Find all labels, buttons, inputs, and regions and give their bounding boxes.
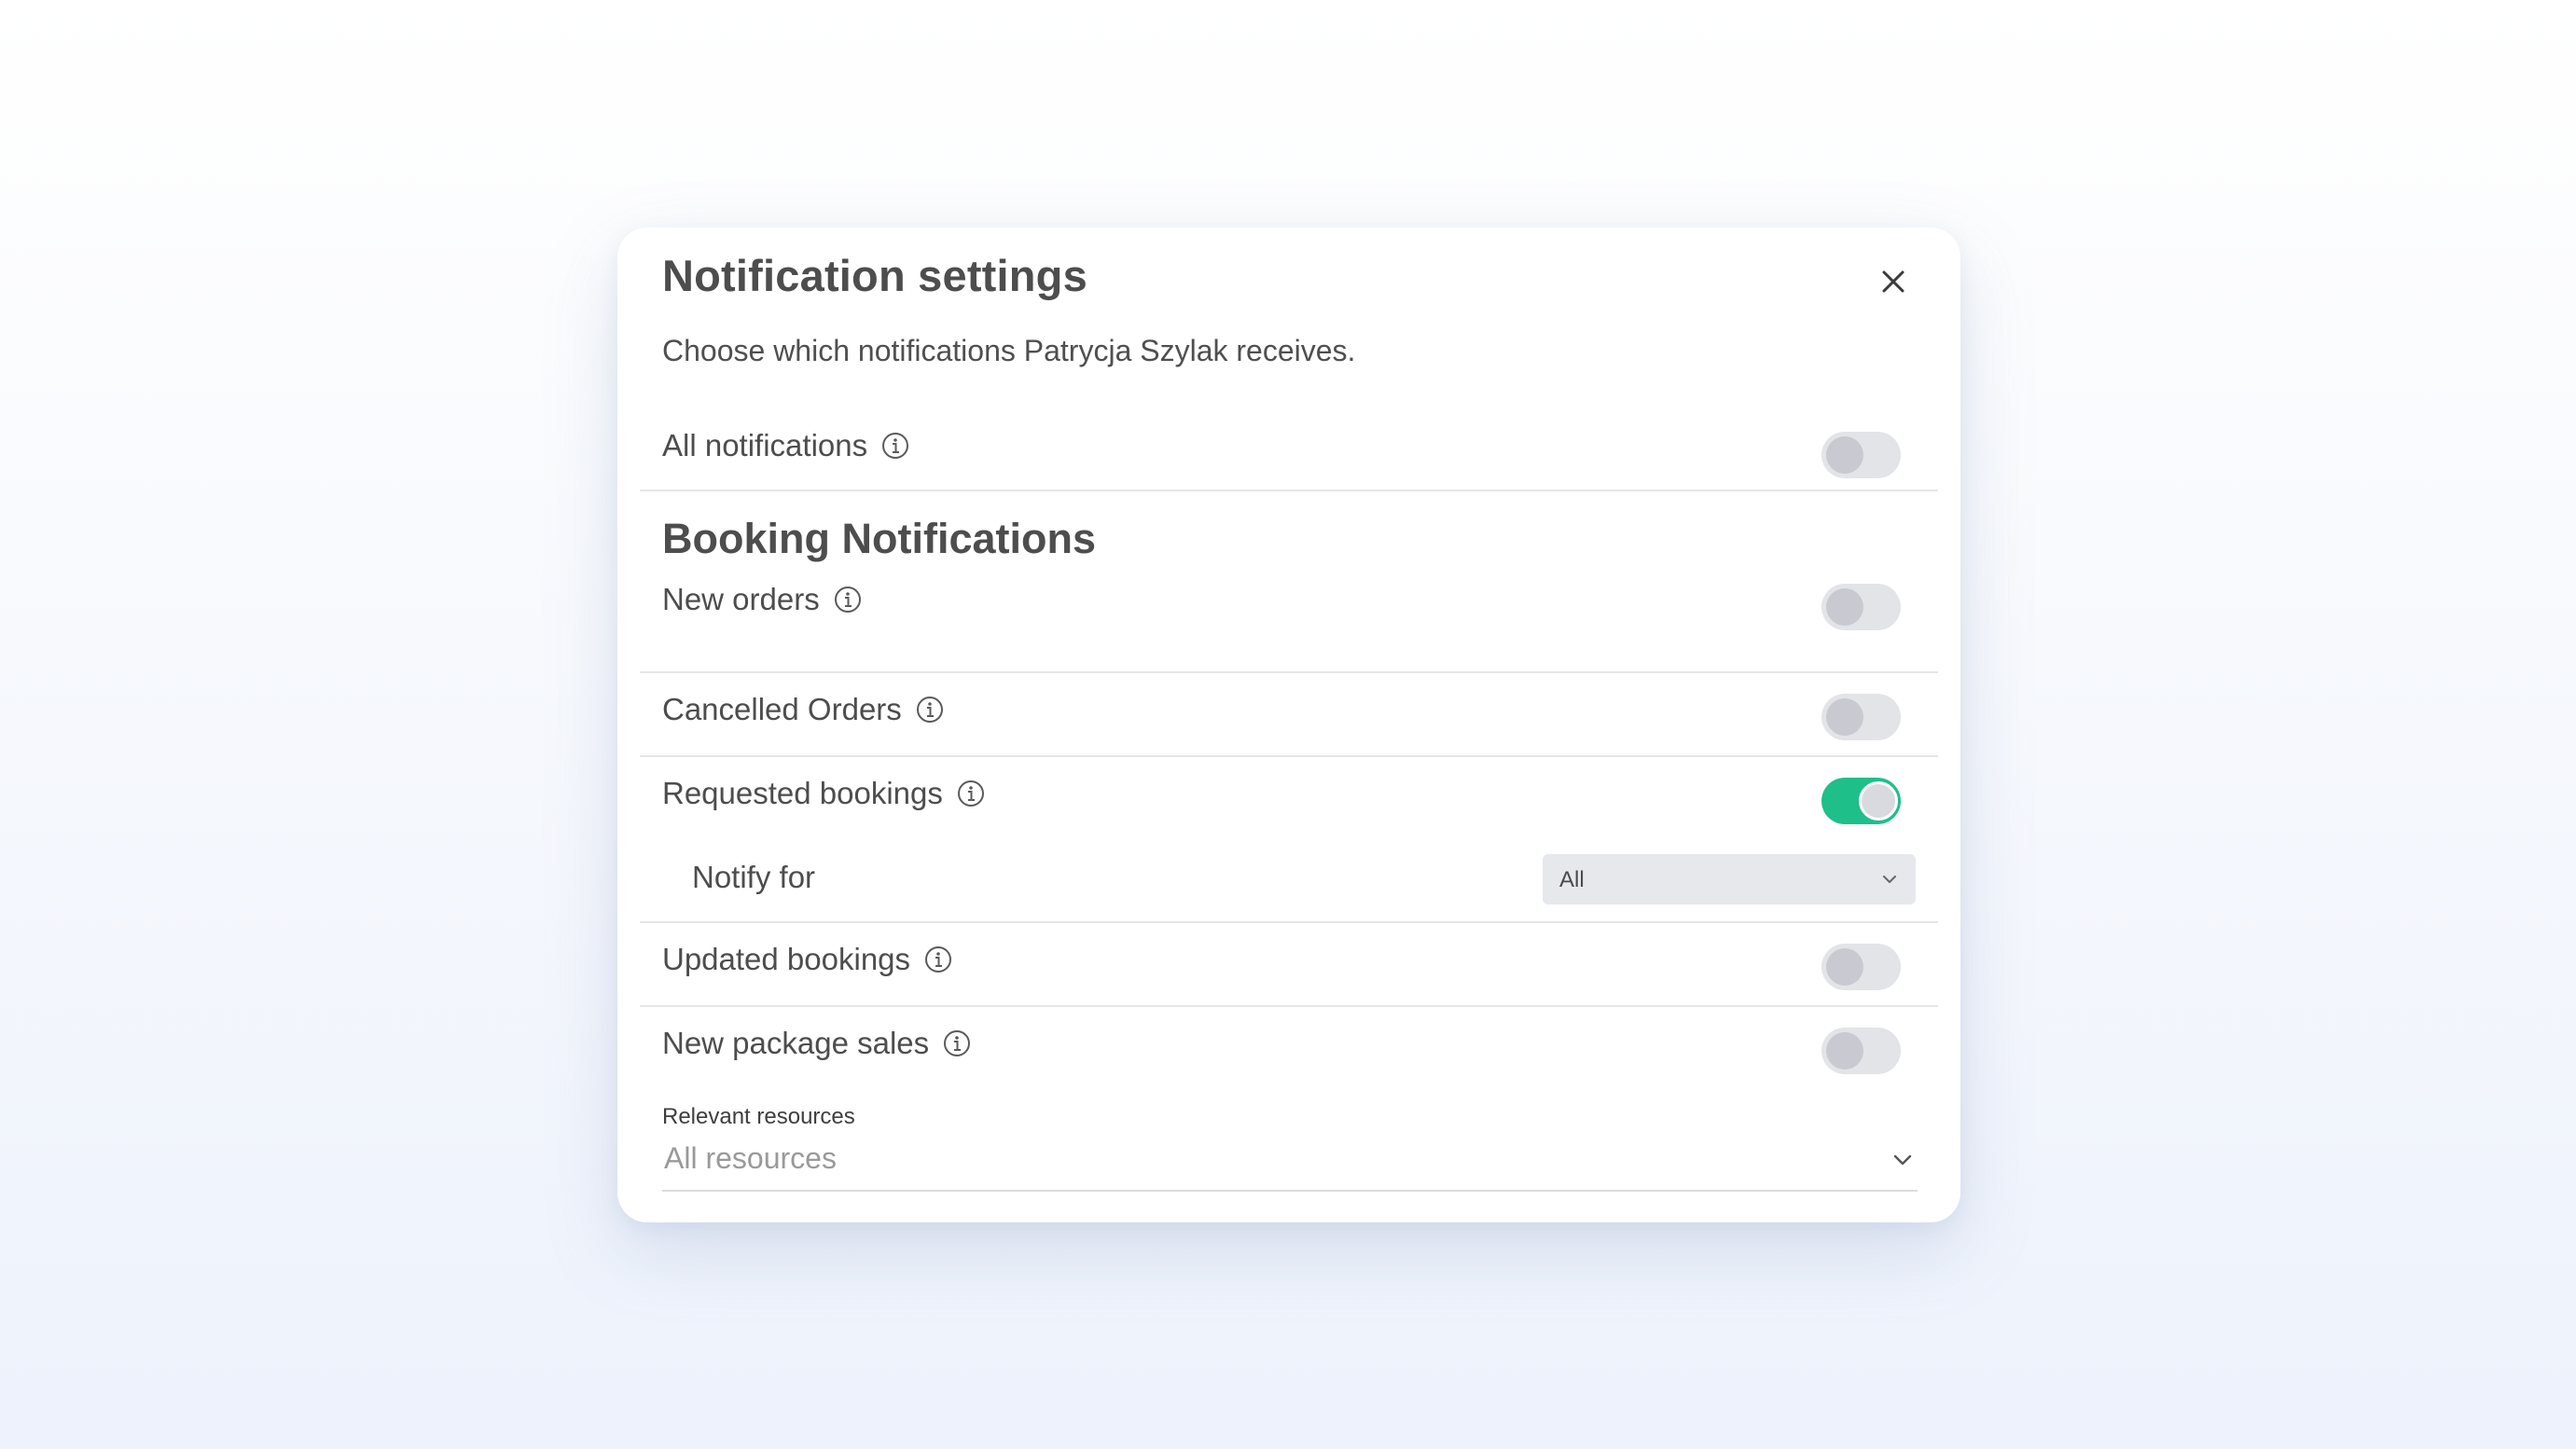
requested-bookings-label-group: Requested bookings: [662, 776, 986, 811]
notification-settings-modal: Notification settings Choose which notif…: [617, 228, 1960, 1222]
cancelled-orders-toggle[interactable]: [1821, 694, 1901, 740]
notify-for-value: All: [1559, 867, 1585, 892]
requested-bookings-row: Requested bookings Notify for All: [640, 757, 1938, 923]
info-icon[interactable]: [915, 695, 945, 724]
booking-notifications-title: Booking Notifications: [662, 515, 1096, 562]
new-package-sales-row: New package sales: [640, 1007, 1938, 1091]
cancelled-orders-row: Cancelled Orders: [640, 673, 1938, 757]
requested-bookings-toggle[interactable]: [1821, 778, 1901, 824]
all-notifications-label-group: All notifications: [662, 428, 910, 463]
updated-bookings-toggle[interactable]: [1821, 944, 1901, 990]
new-orders-row: New orders: [640, 574, 1938, 673]
chevron-down-icon: [1893, 1154, 1912, 1166]
toggle-knob: [1826, 588, 1863, 626]
requested-bookings-label: Requested bookings: [662, 776, 943, 810]
toggle-knob: [1826, 698, 1863, 736]
updated-bookings-label: Updated bookings: [662, 942, 911, 976]
chevron-down-icon: [1883, 876, 1896, 883]
notify-for-label: Notify for: [692, 860, 816, 894]
info-icon[interactable]: [833, 585, 863, 614]
all-notifications-toggle[interactable]: [1821, 432, 1901, 478]
new-package-sales-label-group: New package sales: [662, 1026, 972, 1061]
new-orders-toggle[interactable]: [1821, 584, 1901, 630]
new-orders-label: New orders: [662, 582, 820, 616]
all-notifications-row: All notifications: [640, 419, 1938, 491]
new-package-sales-toggle[interactable]: [1821, 1028, 1901, 1074]
toggle-knob: [1826, 436, 1863, 474]
close-icon[interactable]: [1875, 263, 1912, 300]
modal-subtitle: Choose which notifications Patrycja Szyl…: [662, 334, 1356, 367]
cancelled-orders-label-group: Cancelled Orders: [662, 692, 945, 727]
toggle-knob: [1826, 948, 1863, 986]
updated-bookings-row: Updated bookings: [640, 923, 1938, 1007]
new-package-sales-label: New package sales: [662, 1026, 930, 1060]
info-icon[interactable]: [923, 945, 953, 974]
toggle-knob: [1859, 781, 1898, 821]
relevant-resources-select[interactable]: All resources: [662, 1138, 1918, 1192]
relevant-resources-placeholder: All resources: [664, 1141, 837, 1175]
info-icon[interactable]: [956, 779, 986, 808]
toggle-knob: [1826, 1032, 1863, 1070]
new-orders-label-group: New orders: [662, 582, 863, 617]
notify-for-select[interactable]: All: [1543, 854, 1916, 904]
updated-bookings-label-group: Updated bookings: [662, 942, 953, 977]
modal-title: Notification settings: [662, 251, 1087, 300]
cancelled-orders-label: Cancelled Orders: [662, 692, 902, 726]
relevant-resources-label: Relevant resources: [662, 1104, 855, 1129]
info-icon[interactable]: [880, 431, 910, 461]
all-notifications-label: All notifications: [662, 428, 868, 462]
info-icon[interactable]: [942, 1028, 972, 1058]
